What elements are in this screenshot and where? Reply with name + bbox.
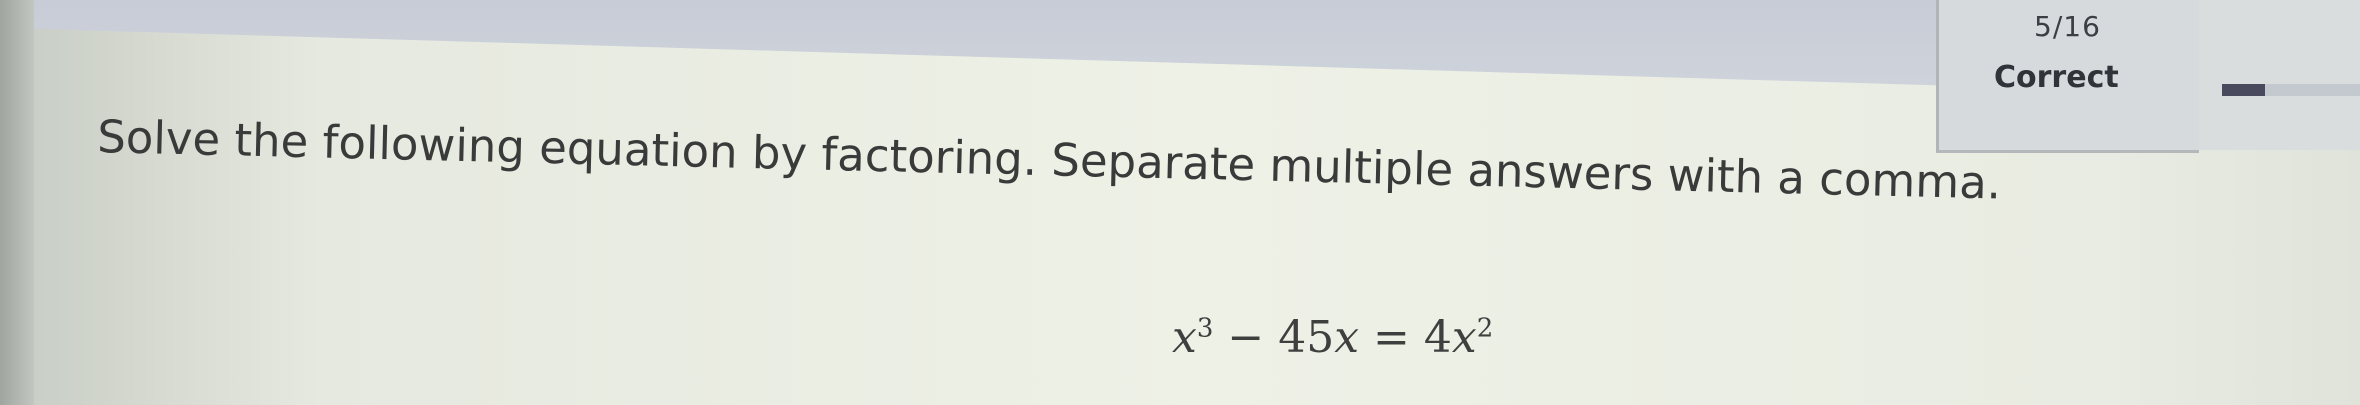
progress-bar-fill (2222, 84, 2266, 96)
equation-variable: x (1451, 312, 1477, 363)
equation-variable: x (1334, 312, 1360, 363)
equation-variable: x (1172, 312, 1197, 363)
equation-term: − 45 (1213, 312, 1335, 363)
question-prompt: Solve the following equation by factorin… (96, 110, 2002, 210)
question-progress-count: 5/16 (2034, 10, 2101, 43)
equation-exponent: 2 (1476, 313, 1494, 344)
status-progress-area (2199, 0, 2360, 150)
equation: x3 − 45x = 4x2 (1172, 312, 1493, 363)
answer-status-label: Correct (1994, 60, 2119, 95)
screen-left-edge (0, 0, 34, 405)
equation-equals: = 4 (1359, 312, 1452, 363)
equation-exponent: 3 (1196, 313, 1214, 344)
progress-bar (2222, 84, 2360, 96)
screen: 5/16 Correct Solve the following equatio… (0, 0, 2360, 405)
